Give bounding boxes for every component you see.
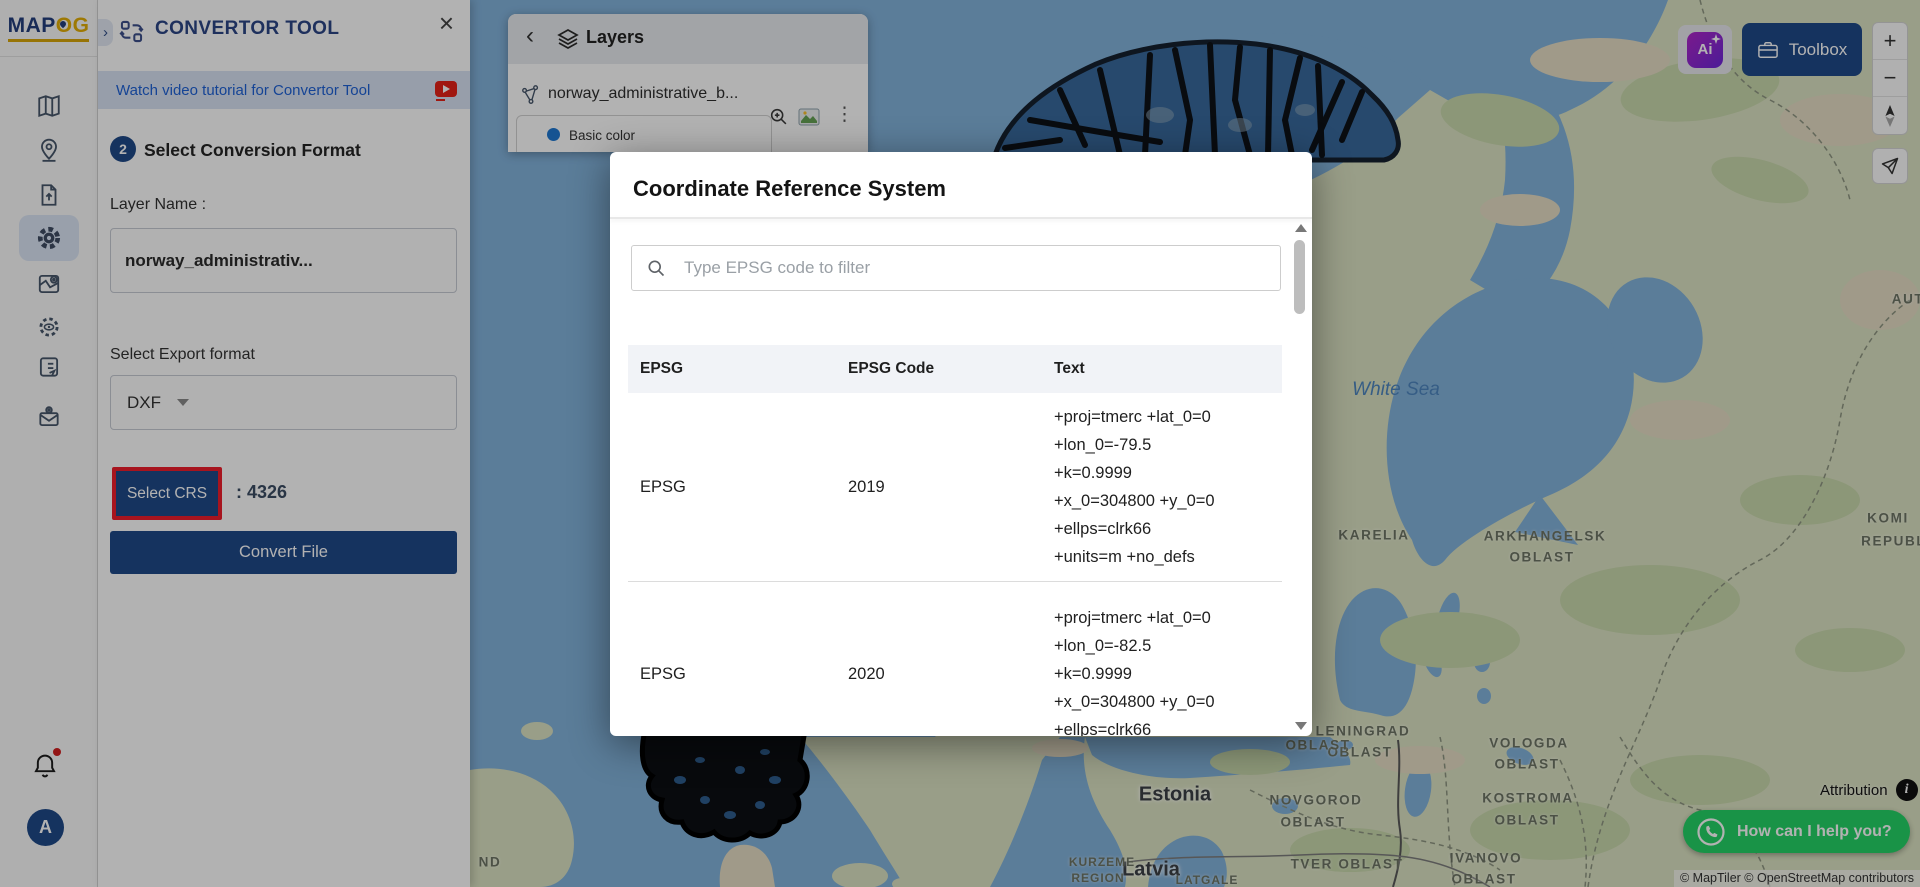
- cell-epsg: EPSG: [628, 665, 836, 684]
- app-root: White SeaKARELIAARKHANGELSKOBLASTKOMIREP…: [0, 0, 1920, 887]
- epsg-table: EPSG EPSG Code Text EPSG 2019 +proj=tmer…: [628, 345, 1282, 736]
- crs-modal: Coordinate Reference System EPSG EPSG Co…: [610, 152, 1312, 736]
- cell-proj-text: +proj=tmerc +lat_0=0 +lon_0=-79.5 +k=0.9…: [1042, 393, 1282, 581]
- column-header-text: Text: [1042, 360, 1282, 378]
- cell-epsg-code: 2019: [836, 478, 1042, 497]
- modal-scrollbar[interactable]: [1292, 222, 1307, 732]
- modal-title: Coordinate Reference System: [633, 176, 946, 202]
- epsg-table-header: EPSG EPSG Code Text: [628, 345, 1282, 393]
- cell-epsg: EPSG: [628, 478, 836, 497]
- cell-epsg-code: 2020: [836, 665, 1042, 684]
- epsg-search-input[interactable]: [631, 245, 1281, 291]
- table-row[interactable]: EPSG 2019 +proj=tmerc +lat_0=0 +lon_0=-7…: [628, 393, 1282, 582]
- scroll-up-icon[interactable]: [1295, 224, 1307, 232]
- scroll-down-icon[interactable]: [1295, 722, 1307, 730]
- cell-proj-text: +proj=tmerc +lat_0=0 +lon_0=-82.5 +k=0.9…: [1042, 594, 1282, 736]
- column-header-epsg-code: EPSG Code: [836, 360, 1042, 378]
- search-icon: [646, 258, 666, 278]
- modal-header-divider: [610, 217, 1312, 219]
- scrollbar-thumb[interactable]: [1294, 240, 1305, 314]
- table-row[interactable]: EPSG 2020 +proj=tmerc +lat_0=0 +lon_0=-8…: [628, 582, 1282, 736]
- column-header-epsg: EPSG: [628, 360, 836, 378]
